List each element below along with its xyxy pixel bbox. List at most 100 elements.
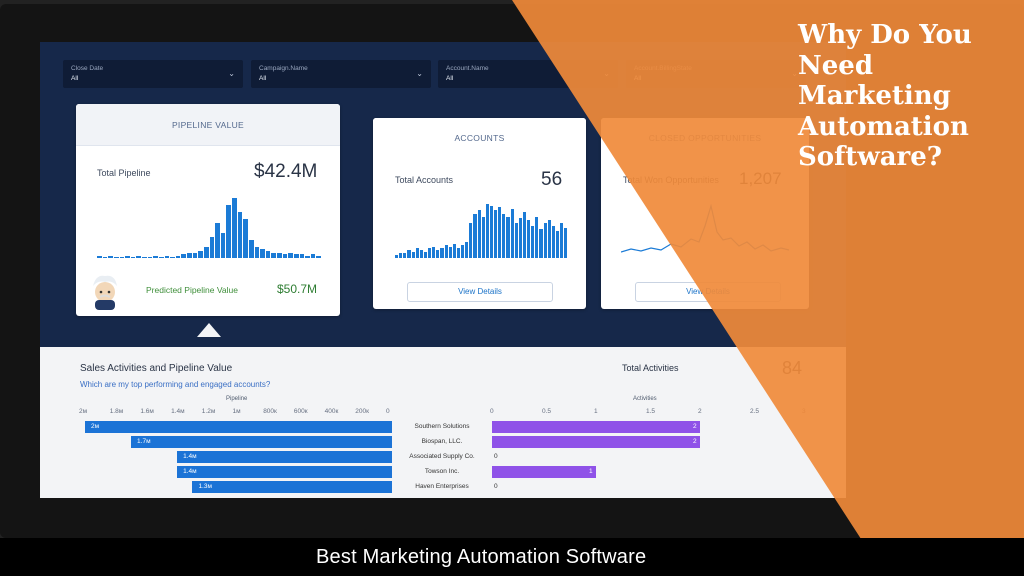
dashboard-screen: Close Date All ⌄ Campaign.Name All ⌄ Acc… [40,42,846,498]
sparkline-bar [498,207,502,258]
section-title: Sales Activities and Pipeline Value [80,363,233,374]
sparkline-bar [527,219,531,258]
sparkline-bar [473,213,477,258]
activities-bar[interactable] [492,421,700,433]
chevron-down-icon: ⌄ [791,69,798,78]
sparkline-bar [456,248,460,258]
sparkline-bar [209,236,215,258]
card-title: ACCOUNTS [373,118,586,158]
pipeline-value-card[interactable]: PIPELINE VALUE Total Pipeline $42.4M Pre… [76,104,340,316]
sparkline-bar [277,252,282,258]
account-name[interactable]: Southern Solutions [394,423,490,430]
activities-bar[interactable] [492,436,700,448]
sparkline-bar [164,256,170,258]
view-details-button[interactable]: View Details [407,282,553,302]
activities-value: 2 [693,423,697,430]
sparkline-bar [440,248,444,258]
card-title: CLOSED OPPORTUNITIES [601,118,809,158]
activities-value: 1 [589,468,593,475]
pipeline-bar[interactable]: 1.7м [131,436,392,448]
pipeline-tick-label: 1м [232,408,241,415]
sparkline-bar [305,256,310,258]
sparkline-bar [399,253,403,258]
pipeline-tick-label: 600к [293,408,308,415]
sparkline-bar [502,213,506,258]
sparkline-bar [310,254,316,258]
account-name[interactable]: Associated Supply Co. [394,453,490,460]
sparkline-bar [215,222,220,258]
sparkline-bar [203,247,209,258]
filter-value: All [446,75,454,82]
sparkline-bar [555,231,559,258]
slide: Close Date All ⌄ Campaign.Name All ⌄ Acc… [0,0,1024,576]
section-subtitle: Which are my top performing and engaged … [80,380,271,389]
pipeline-tick-label: 800к [263,408,277,415]
sparkline-bar [452,243,456,258]
sparkline-bar [237,212,243,258]
sparkline-bar [243,219,248,258]
filter-label: Close Date [71,65,104,72]
pipeline-bar[interactable]: 1.4м [177,451,392,463]
activities-bar[interactable] [492,466,596,478]
accounts-sparkline [395,204,568,258]
sparkline-bar [187,252,192,258]
closed-opportunities-line [621,204,790,253]
pipeline-bar[interactable]: 1.4м [177,466,392,478]
total-won-label: Total Won Opportunities [623,175,719,185]
view-details-button[interactable]: View Details [635,282,781,302]
sparkline-bar [539,229,543,258]
sparkline-bar [403,253,407,258]
filter-campaign-name[interactable]: Campaign.Name All ⌄ [251,60,431,88]
sparkline-bar [415,248,419,258]
pipeline-bar[interactable]: 2м [85,421,392,433]
filter-label: Campaign.Name [259,65,308,72]
pipeline-axis-label: Pipeline [226,396,248,402]
sparkline-bar [494,210,498,258]
dashboard-header-area: Close Date All ⌄ Campaign.Name All ⌄ Acc… [40,42,846,347]
sparkline-bar [282,254,288,258]
sparkline-bar [158,257,164,258]
sparkline-bar [411,251,415,258]
pipeline-tick-label: 2м [79,408,88,415]
activities-tick-label: 1.5 [646,408,656,415]
activities-tick-label: 2 [698,408,702,415]
account-name[interactable]: Biospan, LLC. [394,438,490,445]
sparkline-bar [271,252,276,258]
sparkline-bar [564,227,568,258]
filter-close-date[interactable]: Close Date All ⌄ [63,60,243,88]
sparkline-bar [153,256,158,258]
sparkline-bar [560,223,564,258]
pipeline-tick-label: 400к [324,408,339,415]
sparkline-bar [125,256,130,258]
sparkline-bar [551,226,555,258]
sparkline-bar [543,223,547,258]
account-name[interactable]: Towson Inc. [394,468,490,475]
sparkline-bar [514,223,518,258]
sparkline-bar [506,216,510,258]
sparkline-bar [489,205,493,258]
sparkline-bar [522,211,526,258]
total-pipeline-value: $42.4M [254,161,318,182]
activities-tick-label: 1 [594,408,598,415]
activities-tick-label: 2.5 [750,408,760,415]
sparkline-bar [481,216,485,258]
sparkline-bar [547,219,551,258]
filter-value: All [71,75,79,82]
filter-value: All [634,75,642,82]
pipeline-tick-label: 0 [386,408,390,415]
pipeline-tick-label: 1.6м [140,408,154,415]
sparkline-bar [220,233,226,258]
sparkline-bar [316,256,321,258]
accounts-card[interactable]: ACCOUNTS Total Accounts 56 View Details [373,118,586,309]
filter-billing-state[interactable]: Account.BillingState All ⌄ [626,60,806,88]
filter-account-name[interactable]: Account.Name All ⌄ [438,60,618,88]
sparkline-bar [265,250,271,258]
account-name[interactable]: Haven Enterprises [394,483,490,490]
total-won-value: 1,207 [739,169,782,188]
closed-opportunities-card[interactable]: CLOSED OPPORTUNITIES Total Won Opportuni… [601,118,809,309]
pipeline-bar[interactable]: 1.3м [192,481,392,493]
headline: Why Do You Need Marketing Automation Sof… [798,20,972,172]
sparkline-bar [147,257,153,258]
sparkline-bar [254,247,260,258]
activities-value: 0 [494,453,498,460]
